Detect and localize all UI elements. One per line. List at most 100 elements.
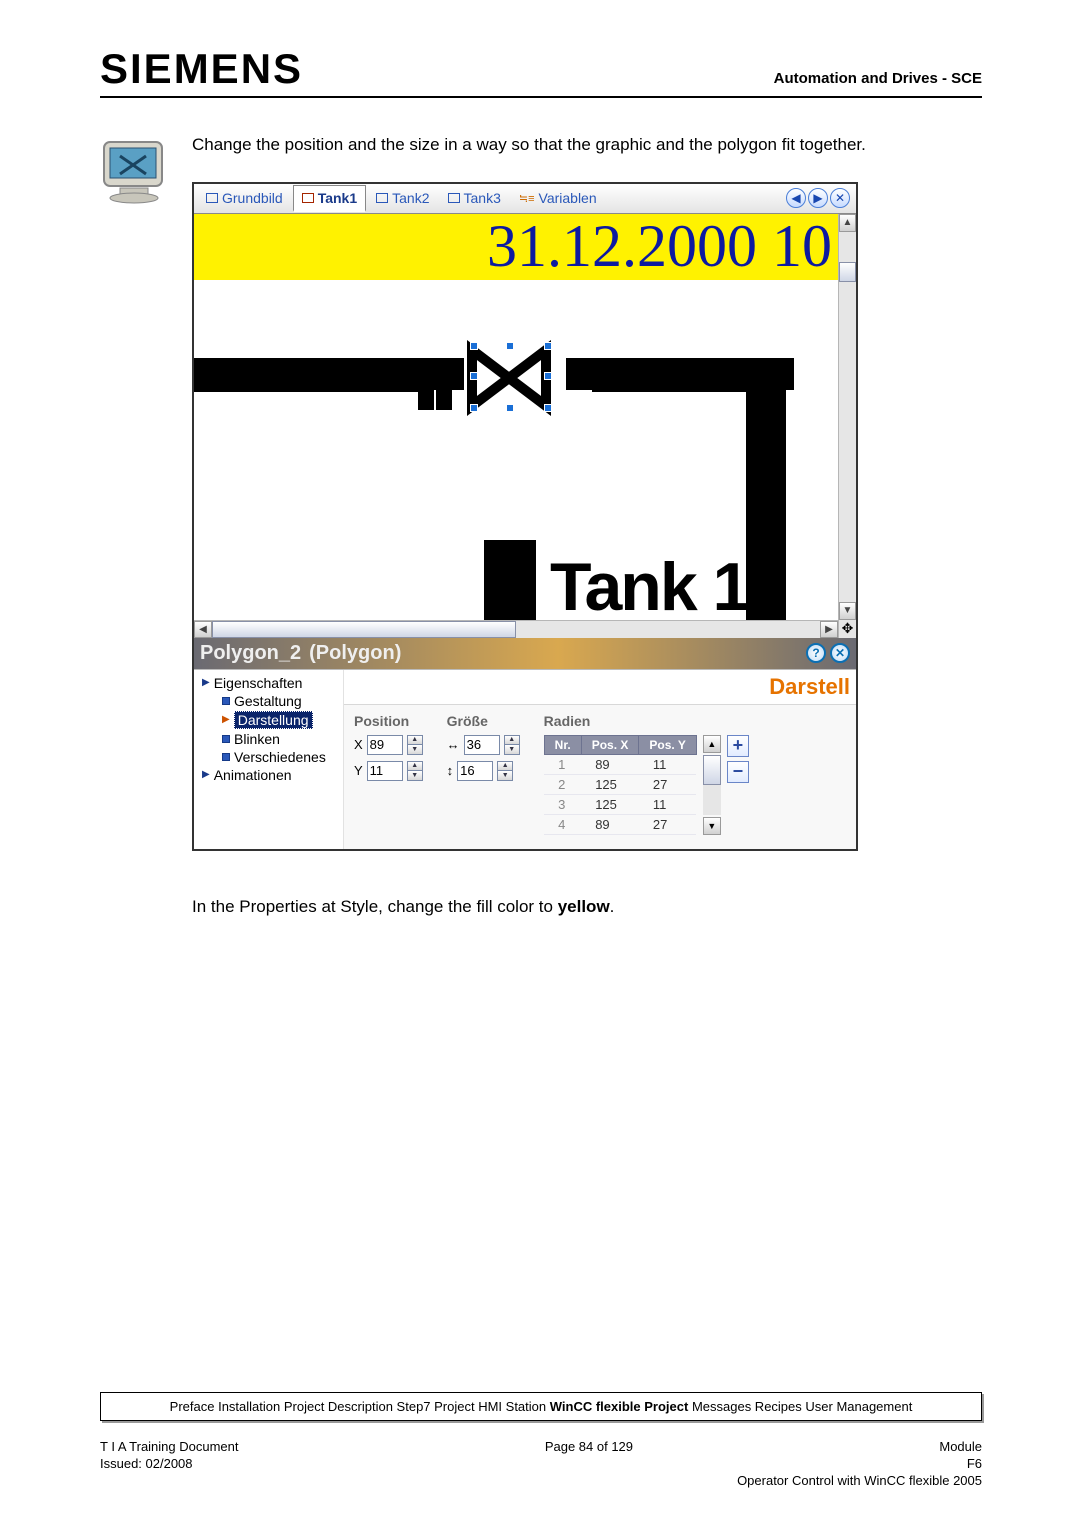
radii-scrollbar[interactable]: ▲ ▼ bbox=[703, 735, 721, 835]
nav-back-button[interactable]: ◀ bbox=[786, 188, 806, 208]
instruction-top: Change the position and the size in a wa… bbox=[192, 132, 982, 158]
stepper-buttons[interactable]: ▲▼ bbox=[504, 735, 520, 755]
tree-item-gestaltung[interactable]: Gestaltung bbox=[234, 693, 302, 709]
step-up-icon[interactable]: ▲ bbox=[408, 762, 422, 772]
table-row[interactable]: 212527 bbox=[544, 774, 696, 794]
col-nr: Nr. bbox=[544, 735, 581, 754]
add-point-button[interactable]: + bbox=[727, 735, 749, 757]
header-subtitle: Automation and Drives - SCE bbox=[774, 70, 982, 90]
footer-issued: Issued: 02/2008 bbox=[100, 1456, 193, 1471]
stepper-buttons[interactable]: ▲▼ bbox=[407, 761, 423, 781]
selection-handle[interactable] bbox=[544, 342, 552, 350]
tab-tank2[interactable]: Tank2 bbox=[368, 186, 437, 210]
stepper-buttons[interactable]: ▲▼ bbox=[497, 761, 513, 781]
nav-forward-button[interactable]: ▶ bbox=[808, 188, 828, 208]
siemens-logo: SIEMENS bbox=[100, 48, 303, 90]
polygon-selected[interactable] bbox=[472, 350, 546, 406]
editor-tabs: Grundbild Tank1 Tank2 Tank3 ≒≡Variablen … bbox=[194, 184, 856, 214]
selection-handle[interactable] bbox=[470, 372, 478, 380]
tree-root-properties[interactable]: Eigenschaften bbox=[214, 675, 303, 691]
tree-item-blinken[interactable]: Blinken bbox=[234, 731, 280, 747]
remove-point-button[interactable]: − bbox=[727, 761, 749, 783]
tab-grundbild[interactable]: Grundbild bbox=[198, 186, 291, 210]
step-up-icon[interactable]: ▲ bbox=[505, 736, 519, 746]
selection-handle[interactable] bbox=[544, 372, 552, 380]
footer-product: Operator Control with WinCC flexible 200… bbox=[737, 1473, 982, 1488]
size-h-input[interactable] bbox=[457, 761, 493, 781]
step-down-icon[interactable]: ▼ bbox=[505, 745, 519, 754]
footer-page-number: Page 84 of 129 bbox=[545, 1439, 633, 1454]
properties-titlebar: Polygon_2 (Polygon) ? ✕ bbox=[194, 638, 856, 669]
scroll-right-icon[interactable]: ▶ bbox=[820, 621, 838, 638]
scroll-down-icon[interactable]: ▼ bbox=[839, 602, 856, 620]
tab-label: Tank1 bbox=[318, 190, 357, 206]
footer-module-code: F6 bbox=[967, 1456, 982, 1471]
tab-label: Variablen bbox=[539, 190, 597, 206]
pipe-diagram: Tank 1 bbox=[194, 280, 838, 620]
table-row[interactable]: 312511 bbox=[544, 794, 696, 814]
help-button[interactable]: ? bbox=[806, 643, 826, 663]
table-row[interactable]: 48927 bbox=[544, 814, 696, 834]
col-posx: Pos. X bbox=[581, 735, 639, 754]
y-label: Y bbox=[354, 763, 363, 778]
page-header: SIEMENS Automation and Drives - SCE bbox=[100, 48, 982, 98]
scroll-thumb[interactable] bbox=[703, 755, 721, 785]
footer-nav: Preface Installation Project Description… bbox=[100, 1392, 982, 1421]
footer-module: Module bbox=[939, 1439, 982, 1454]
nav-close-button[interactable]: ✕ bbox=[830, 188, 850, 208]
selection-handle[interactable] bbox=[470, 404, 478, 412]
properties-tree[interactable]: ▶Eigenschaften Gestaltung ▶Darstellung B… bbox=[194, 670, 344, 849]
step-up-icon[interactable]: ▲ bbox=[498, 762, 512, 772]
size-label: Größe bbox=[447, 713, 520, 729]
footer-doc-title: T I A Training Document bbox=[100, 1439, 239, 1454]
scroll-left-icon[interactable]: ◀ bbox=[194, 621, 212, 638]
scroll-up-icon[interactable]: ▲ bbox=[703, 735, 721, 753]
properties-type: (Polygon) bbox=[309, 642, 401, 665]
col-posy: Pos. Y bbox=[639, 735, 696, 754]
selection-handle[interactable] bbox=[506, 404, 514, 412]
horizontal-scrollbar[interactable]: ◀ ▶ bbox=[194, 620, 838, 638]
tab-label: Grundbild bbox=[222, 190, 283, 206]
properties-section-heading: Darstell bbox=[344, 670, 856, 705]
height-icon: ↕ bbox=[447, 763, 454, 778]
move-icon: ✥ bbox=[839, 620, 856, 638]
scroll-down-icon[interactable]: ▼ bbox=[703, 817, 721, 835]
diagram-canvas[interactable]: Tank 1 bbox=[194, 280, 838, 620]
radii-label: Radien bbox=[544, 713, 749, 729]
tree-root-animationen[interactable]: Animationen bbox=[214, 767, 292, 783]
wincc-screenshot: Grundbild Tank1 Tank2 Tank3 ≒≡Variablen … bbox=[192, 182, 858, 851]
position-y-input[interactable] bbox=[367, 761, 403, 781]
position-label: Position bbox=[354, 713, 423, 729]
instruction-bottom: In the Properties at Style, change the f… bbox=[192, 897, 982, 917]
close-button[interactable]: ✕ bbox=[830, 643, 850, 663]
position-x-input[interactable] bbox=[367, 735, 403, 755]
step-down-icon[interactable]: ▼ bbox=[408, 745, 422, 754]
tab-tank3[interactable]: Tank3 bbox=[440, 186, 509, 210]
step-down-icon[interactable]: ▼ bbox=[408, 771, 422, 780]
tab-variablen[interactable]: ≒≡Variablen bbox=[511, 186, 605, 210]
monitor-icon bbox=[100, 136, 174, 206]
selection-handle[interactable] bbox=[544, 404, 552, 412]
tree-item-darstellung[interactable]: Darstellung bbox=[234, 711, 313, 729]
tab-label: Tank2 bbox=[392, 190, 429, 206]
width-icon: ↔ bbox=[447, 737, 460, 752]
radii-table[interactable]: Nr. Pos. X Pos. Y 18911 212527 312511 48… bbox=[544, 735, 697, 835]
selection-handle[interactable] bbox=[506, 342, 514, 350]
properties-title: Polygon_2 bbox=[200, 642, 301, 665]
scroll-up-icon[interactable]: ▲ bbox=[839, 214, 856, 232]
stepper-buttons[interactable]: ▲▼ bbox=[407, 735, 423, 755]
scroll-thumb[interactable] bbox=[212, 621, 516, 638]
x-label: X bbox=[354, 737, 363, 752]
tab-label: Tank3 bbox=[464, 190, 501, 206]
table-row[interactable]: 18911 bbox=[544, 754, 696, 774]
step-down-icon[interactable]: ▼ bbox=[498, 771, 512, 780]
vertical-scrollbar[interactable]: ▲ ▼ ✥ bbox=[838, 214, 856, 638]
size-w-input[interactable] bbox=[464, 735, 500, 755]
tree-item-verschiedenes[interactable]: Verschiedenes bbox=[234, 749, 326, 765]
tab-tank1[interactable]: Tank1 bbox=[293, 185, 366, 212]
step-up-icon[interactable]: ▲ bbox=[408, 736, 422, 746]
selection-handle[interactable] bbox=[470, 342, 478, 350]
tank-label: Tank 1 bbox=[550, 549, 749, 620]
scroll-thumb[interactable] bbox=[839, 262, 856, 282]
date-band: 31.12.2000 10 bbox=[194, 214, 838, 280]
